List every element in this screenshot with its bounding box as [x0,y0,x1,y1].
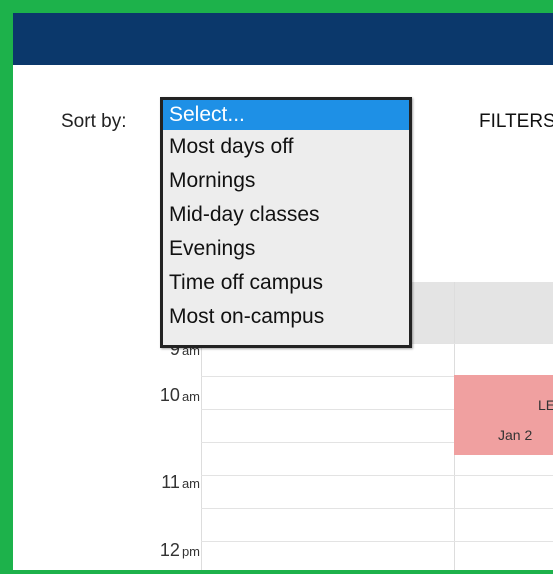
app-frame: 9am 10am 11am 12pm LE Jan 2 Sort by: FIL… [0,0,553,574]
sort-option-mornings[interactable]: Mornings [163,164,409,198]
calendar-gridline [201,541,553,542]
sort-dropdown-list[interactable]: Select... Most days off Mornings Mid-day… [160,97,412,348]
calendar-gridline [201,475,553,476]
sort-option-mid-day-classes[interactable]: Mid-day classes [163,198,409,232]
calendar-gridline [201,409,454,410]
calendar-event[interactable]: LE Jan 2 [454,375,553,455]
calendar-gridline [201,442,454,443]
sort-option-most-on-campus[interactable]: Most on-campus [163,300,409,334]
event-title: LE [538,397,553,413]
calendar-gridline [201,376,454,377]
sort-by-label: Sort by: [61,111,127,132]
sort-option-evenings[interactable]: Evenings [163,232,409,266]
sort-option-most-days-off[interactable]: Most days off [163,130,409,164]
event-date: Jan 2 [498,427,533,443]
sort-option-select[interactable]: Select... [163,100,409,130]
sort-option-time-off-campus[interactable]: Time off campus [163,266,409,300]
time-label: 12 pm [159,540,200,560]
filters-heading[interactable]: FILTERS [479,111,553,133]
time-label: 11 am [161,472,200,492]
time-label: 10 am [159,385,200,405]
calendar-gridline [201,508,553,509]
